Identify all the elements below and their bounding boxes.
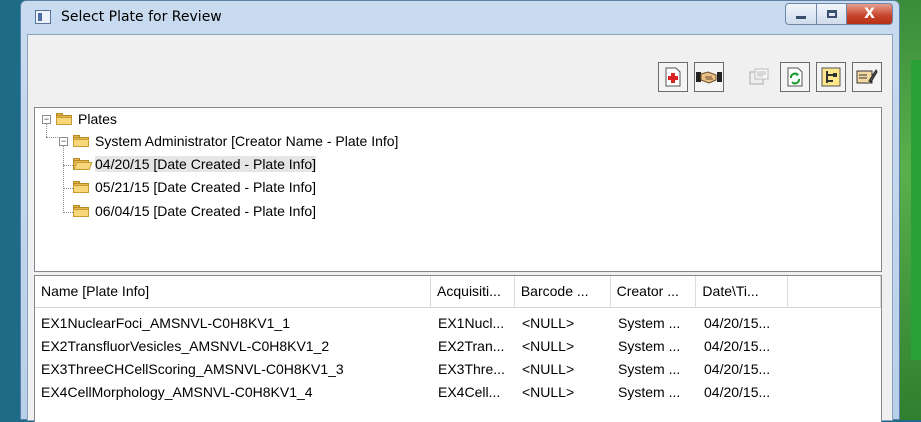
cell-name: EX1NuclearFoci_AMSNVL-C0H8KV1_1: [41, 315, 290, 331]
cell-date: 04/20/15...: [704, 361, 771, 377]
add-plate-icon: [665, 67, 681, 87]
maximize-button[interactable]: [817, 3, 847, 25]
tree-node-label: System Administrator [Creator Name - Pla…: [95, 133, 399, 149]
title-bar[interactable]: Select Plate for Review X: [21, 1, 899, 35]
column-header-name[interactable]: Name [Plate Info]: [35, 276, 432, 307]
cell-creator: System ...: [618, 315, 681, 331]
app-icon[interactable]: [35, 10, 51, 24]
column-header-barcode[interactable]: Barcode ...: [515, 276, 611, 307]
close-icon: X: [864, 6, 875, 22]
column-header-empty: [788, 276, 881, 307]
tree-node-plates[interactable]: − Plates: [42, 110, 117, 128]
refresh-icon: [787, 67, 803, 87]
dialog-client-area: − Plates − System Administrator [Creator…: [27, 34, 893, 422]
cell-creator: System ...: [618, 384, 681, 400]
cell-name: EX2TransfluorVesicles_AMSNVL-C0H8KV1_2: [41, 338, 330, 354]
cell-barcode: <NULL>: [522, 384, 575, 400]
desktop-background-accent: [911, 60, 921, 360]
refresh-button[interactable]: [780, 62, 810, 92]
window-title: Select Plate for Review: [61, 9, 222, 25]
column-header-date[interactable]: Date\Ti...: [696, 276, 789, 307]
cell-acquisition: EX2Tran...: [438, 338, 505, 354]
minimize-button[interactable]: [785, 3, 817, 25]
add-plate-button[interactable]: [658, 62, 688, 92]
caption-buttons: X: [785, 3, 893, 27]
edit-card-icon: [856, 68, 878, 84]
tree-node-date[interactable]: 05/21/15 [Date Created - Plate Info]: [73, 178, 316, 196]
cell-acquisition: EX1Nucl...: [438, 315, 505, 331]
handshake-icon: [696, 71, 722, 84]
cell-name: EX4CellMorphology_AMSNVL-C0H8KV1_4: [41, 384, 313, 400]
tree-node-label: 04/20/15 [Date Created - Plate Info]: [95, 156, 317, 172]
tree-node-creator[interactable]: − System Administrator [Creator Name - P…: [59, 132, 398, 150]
cell-barcode: <NULL>: [522, 361, 575, 377]
cell-barcode: <NULL>: [522, 315, 575, 331]
column-header-acquisition[interactable]: Acquisiti...: [431, 276, 515, 307]
tree-node-date[interactable]: 06/04/15 [Date Created - Plate Info]: [73, 202, 316, 220]
tree-view-button[interactable]: [816, 62, 846, 92]
folder-icon: [56, 113, 72, 125]
close-button[interactable]: X: [847, 3, 893, 25]
toolbar: [658, 62, 882, 92]
table-row[interactable]: EX3ThreeCHCellScoring_AMSNVL-C0H8KV1_3 E…: [35, 358, 881, 381]
column-header-creator[interactable]: Creator ...: [611, 276, 697, 307]
plate-tree[interactable]: − Plates − System Administrator [Creator…: [34, 107, 882, 272]
cell-creator: System ...: [618, 338, 681, 354]
minimize-icon: [796, 15, 806, 19]
select-plate-dialog: Select Plate for Review X − Plates − Sys…: [20, 0, 900, 422]
cell-acquisition: EX4Cell...: [438, 384, 501, 400]
folder-icon: [73, 205, 89, 217]
maximize-icon: [826, 10, 837, 18]
open-folder-icon: [73, 158, 93, 170]
cell-barcode: <NULL>: [522, 338, 575, 354]
tree-connector: [63, 212, 73, 213]
folder-icon: [73, 135, 89, 147]
tree-view-icon: [821, 67, 841, 87]
tree-node-label: 06/04/15 [Date Created - Plate Info]: [95, 203, 317, 219]
properties-icon: [749, 68, 769, 85]
table-row[interactable]: EX4CellMorphology_AMSNVL-C0H8KV1_4 EX4Ce…: [35, 381, 881, 404]
tree-connector: [46, 137, 58, 138]
tree-node-label: Plates: [78, 111, 117, 127]
handshake-button[interactable]: [694, 62, 724, 92]
tree-node-label: 05/21/15 [Date Created - Plate Info]: [95, 179, 317, 195]
cell-date: 04/20/15...: [704, 338, 771, 354]
cell-date: 04/20/15...: [704, 384, 771, 400]
properties-button[interactable]: [744, 62, 774, 92]
tree-node-date[interactable]: 04/20/15 [Date Created - Plate Info]: [73, 155, 317, 173]
table-row[interactable]: EX1NuclearFoci_AMSNVL-C0H8KV1_1 EX1Nucl.…: [35, 312, 881, 335]
edit-card-button[interactable]: [852, 62, 882, 92]
list-header: Name [Plate Info] Acquisiti... Barcode .…: [35, 276, 881, 308]
plate-list[interactable]: Name [Plate Info] Acquisiti... Barcode .…: [34, 275, 882, 422]
cell-name: EX3ThreeCHCellScoring_AMSNVL-C0H8KV1_3: [41, 361, 344, 377]
tree-connector: [63, 165, 73, 166]
table-row[interactable]: EX2TransfluorVesicles_AMSNVL-C0H8KV1_2 E…: [35, 335, 881, 358]
tree-connector: [63, 188, 73, 189]
cell-date: 04/20/15...: [704, 315, 771, 331]
collapse-icon[interactable]: −: [59, 136, 68, 146]
collapse-icon[interactable]: −: [42, 114, 51, 124]
cell-creator: System ...: [618, 361, 681, 377]
cell-acquisition: EX3Thre...: [438, 361, 505, 377]
tree-connector: [63, 143, 64, 213]
folder-icon: [73, 181, 89, 193]
